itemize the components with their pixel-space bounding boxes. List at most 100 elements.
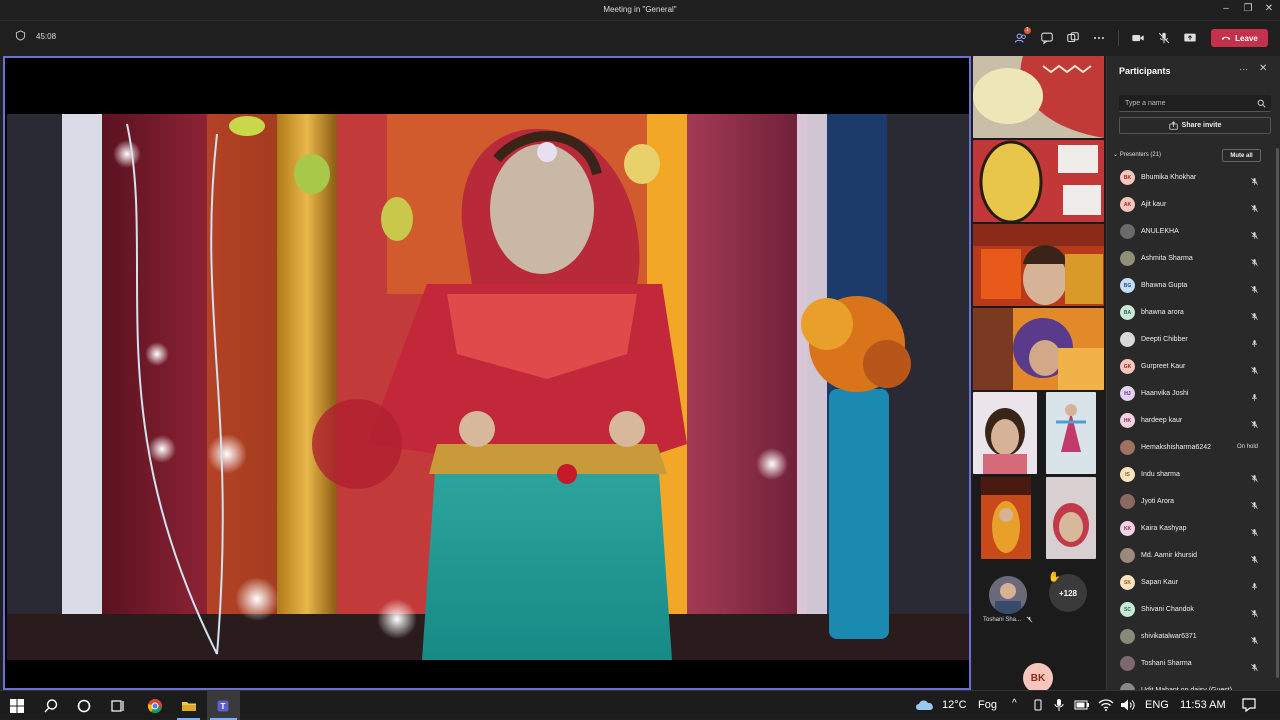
panel-close-icon[interactable]: ✕ xyxy=(1259,63,1267,74)
participant-name: ANULEKHA xyxy=(1141,228,1179,235)
panel-title: Participants xyxy=(1119,66,1171,76)
minimize-icon[interactable]: – xyxy=(1214,3,1238,14)
breakout-rooms-button[interactable] xyxy=(1064,30,1082,46)
participant-row[interactable]: HK hardeep kaur xyxy=(1107,407,1275,434)
mic-off-icon xyxy=(1250,173,1259,185)
participant-avatar xyxy=(1120,629,1135,644)
participant-row[interactable]: Md. Aamir khursid xyxy=(1107,542,1275,569)
participants-button[interactable]: 1 xyxy=(1012,27,1031,46)
participant-avatar[interactable] xyxy=(989,576,1027,614)
teams-app[interactable]: T xyxy=(207,691,240,720)
participant-name: Deepti Chibber xyxy=(1141,336,1188,343)
device-icon[interactable] xyxy=(1032,699,1044,711)
mic-off-icon xyxy=(1250,254,1259,266)
participant-search-input[interactable] xyxy=(1119,95,1271,112)
participant-row[interactable]: GK Gurpreet Kaur xyxy=(1107,353,1275,380)
more-actions-button[interactable] xyxy=(1090,30,1108,46)
participant-row[interactable]: SC Shivani Chandok xyxy=(1107,596,1275,623)
more-icon xyxy=(1094,36,1104,40)
participant-tile[interactable] xyxy=(973,224,1104,306)
tile-participant-name: Toshani Sha... xyxy=(983,617,1022,623)
leave-button[interactable]: Leave xyxy=(1211,29,1268,47)
participant-row[interactable]: BA bhawna arora xyxy=(1107,299,1275,326)
video-stage[interactable] xyxy=(3,56,971,690)
participant-row[interactable]: Toshani Sharma xyxy=(1107,650,1275,677)
meeting-timer: 45:08 xyxy=(36,32,57,41)
presenters-count: Presenters (21) xyxy=(1119,152,1162,158)
mute-all-button[interactable]: Mute all xyxy=(1222,149,1261,162)
participant-tile[interactable] xyxy=(973,140,1104,222)
chat-button[interactable] xyxy=(1038,30,1056,46)
mic-off-icon xyxy=(1250,497,1259,509)
cortana-button[interactable] xyxy=(67,691,100,720)
input-language[interactable]: ENG xyxy=(1145,699,1169,711)
weather-condition[interactable]: Fog xyxy=(978,699,997,711)
participant-tile[interactable] xyxy=(981,477,1031,559)
participant-tile[interactable] xyxy=(1046,392,1096,474)
participant-row[interactable]: KK Kaira Kashyap xyxy=(1107,515,1275,542)
participant-avatar xyxy=(1120,332,1135,347)
camera-button[interactable] xyxy=(1129,30,1147,46)
start-button[interactable] xyxy=(0,691,33,720)
participant-tile[interactable] xyxy=(1046,477,1096,559)
tile-video-image xyxy=(973,392,1037,474)
search-taskbar-button[interactable] xyxy=(34,691,67,720)
rooms-icon xyxy=(1067,32,1079,43)
participant-name: Hemakshisharma6242 xyxy=(1141,444,1212,451)
share-invite-button[interactable]: Share invite xyxy=(1119,117,1271,134)
presenters-section-header[interactable]: ⌄ Presenters (21) xyxy=(1113,151,1161,158)
participant-row[interactable]: shivikatalwar6371 xyxy=(1107,623,1275,650)
participant-row[interactable]: ANULEKHA xyxy=(1107,218,1275,245)
participant-tile[interactable] xyxy=(973,56,1104,138)
svg-text:T: T xyxy=(220,702,225,711)
chat-icon xyxy=(1041,32,1053,45)
participant-row[interactable]: BK Bhumika Khokhar xyxy=(1107,164,1275,191)
self-avatar[interactable]: BK xyxy=(1023,663,1053,693)
participant-row[interactable]: Deepti Chibber xyxy=(1107,326,1275,353)
share-invite-label: Share invite xyxy=(1181,122,1222,129)
participant-name: Haanvika Joshi xyxy=(1141,390,1189,397)
participant-row[interactable]: Jyoti Arora xyxy=(1107,488,1275,515)
wifi-icon[interactable] xyxy=(1098,698,1114,712)
participant-avatar: KK xyxy=(1120,521,1135,536)
participant-avatar: HJ xyxy=(1120,386,1135,401)
tile-video-image xyxy=(973,224,1104,306)
teams-icon: T xyxy=(217,700,228,711)
participant-row[interactable]: HJ Haanvika Joshi xyxy=(1107,380,1275,407)
tray-overflow-icon[interactable]: ^ xyxy=(1012,698,1017,709)
volume-icon[interactable] xyxy=(1120,698,1136,712)
participant-row[interactable]: Udit Mahant on daisy (Guest) xyxy=(1107,677,1275,690)
participant-tile[interactable] xyxy=(973,392,1037,474)
participant-row[interactable]: IS Indu sharma xyxy=(1107,461,1275,488)
close-window-icon[interactable]: ✕ xyxy=(1257,3,1280,14)
mic-on-icon xyxy=(1250,578,1259,590)
participant-row[interactable]: SK Sapan Kaur xyxy=(1107,569,1275,596)
weather-temp[interactable]: 12°C xyxy=(942,699,967,711)
participant-row[interactable]: BG Bhawna Gupta xyxy=(1107,272,1275,299)
tile-video-image xyxy=(973,308,1104,390)
video-strip: Toshani Sha... +128 ✋ xyxy=(973,56,1105,690)
chrome-icon xyxy=(147,698,162,713)
chrome-app[interactable] xyxy=(138,691,171,720)
panel-more-icon[interactable]: ··· xyxy=(1239,64,1248,74)
microphone-tray-icon[interactable] xyxy=(1054,698,1064,712)
mic-off-icon xyxy=(1250,308,1259,320)
file-explorer-app[interactable] xyxy=(172,691,205,720)
phone-hangup-icon xyxy=(1221,36,1231,40)
participant-tile[interactable] xyxy=(973,308,1104,390)
mic-button[interactable] xyxy=(1155,30,1173,46)
panel-scrollbar[interactable] xyxy=(1276,148,1279,678)
battery-icon[interactable] xyxy=(1074,699,1090,711)
participant-row[interactable]: Hemakshisharma6242 On hold xyxy=(1107,434,1275,461)
task-view-button[interactable] xyxy=(101,691,134,720)
clock-time[interactable]: 11:53 AM xyxy=(1180,699,1226,711)
participant-name: Kaira Kashyap xyxy=(1141,525,1187,532)
notifications-icon[interactable] xyxy=(1241,697,1257,713)
share-screen-button[interactable] xyxy=(1181,30,1199,46)
mic-off-icon xyxy=(1250,470,1259,482)
participant-avatar xyxy=(1120,656,1135,671)
mic-off-icon xyxy=(1026,616,1033,623)
raised-hand-icon: ✋ xyxy=(1048,572,1061,583)
participant-row[interactable]: AK Ajit kaur xyxy=(1107,191,1275,218)
participant-row[interactable]: Ashmita Sharma xyxy=(1107,245,1275,272)
